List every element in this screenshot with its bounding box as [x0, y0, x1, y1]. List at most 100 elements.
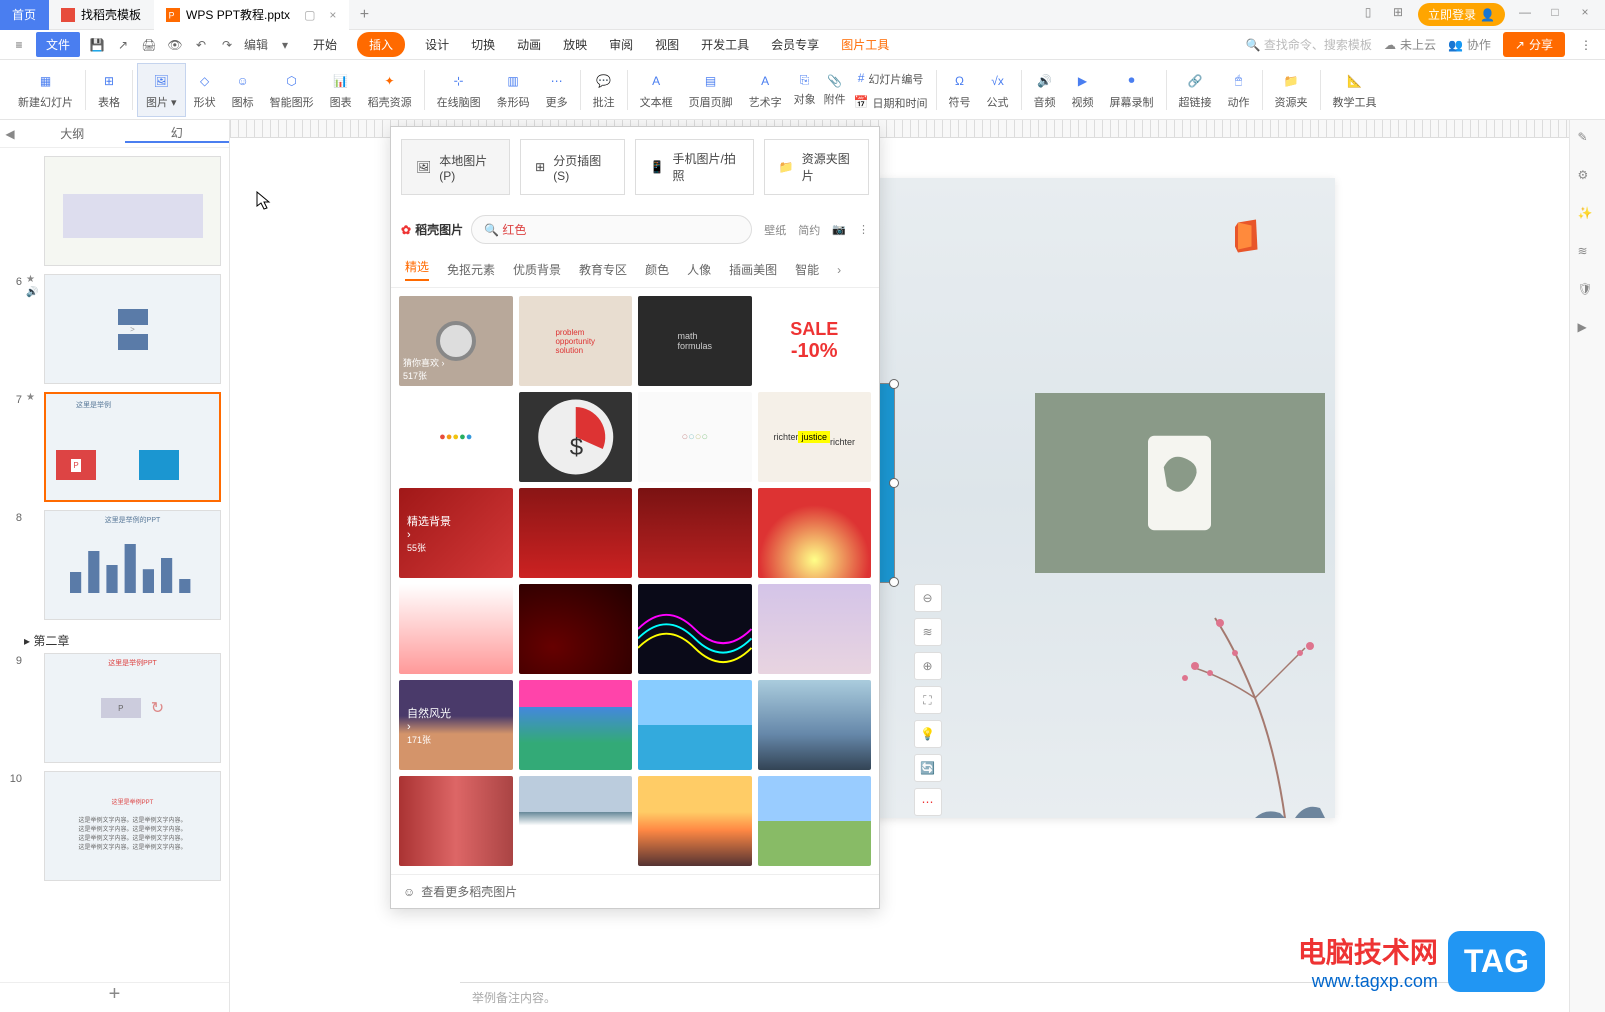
slide-thumb-6[interactable]: >: [44, 274, 221, 384]
image-tile[interactable]: [519, 488, 633, 578]
image-tile[interactable]: [758, 680, 872, 770]
tab-picture-tools[interactable]: 图片工具: [839, 32, 891, 57]
ribbon-hyperlink[interactable]: 🔗超链接: [1171, 63, 1220, 117]
slide-thumb-5[interactable]: [44, 156, 221, 266]
slide-thumb-9[interactable]: 这里是举例PPT P↻: [44, 653, 221, 763]
tab-start[interactable]: 开始: [311, 32, 339, 57]
cat-smart[interactable]: 智能: [795, 261, 819, 278]
image-tile[interactable]: 精选背景 ›55张: [399, 488, 513, 578]
second-image[interactable]: [1035, 393, 1325, 573]
ribbon-video[interactable]: ▶视频: [1064, 63, 1102, 117]
folder-image-button[interactable]: 📁资源夹图片: [764, 139, 869, 195]
image-tile[interactable]: [399, 776, 513, 866]
image-tile[interactable]: [758, 584, 872, 674]
image-tile[interactable]: [758, 776, 872, 866]
ribbon-header[interactable]: ▤页眉页脚: [681, 63, 741, 117]
image-tile[interactable]: richterjusticerichter: [758, 392, 872, 482]
ribbon-action[interactable]: 🖱动作: [1220, 63, 1258, 117]
home-tab[interactable]: 首页: [0, 0, 49, 30]
side-tab-slides[interactable]: 幻: [125, 124, 230, 143]
redo-icon[interactable]: ↷: [218, 36, 236, 54]
close-icon[interactable]: ×: [329, 8, 336, 22]
image-tile[interactable]: [638, 776, 752, 866]
more-options-icon[interactable]: ⋮: [858, 223, 869, 236]
dropdown-icon[interactable]: ▾: [276, 36, 294, 54]
tab-insert[interactable]: 插入: [357, 32, 405, 57]
ribbon-chart[interactable]: 📊图表: [322, 63, 360, 117]
image-tile[interactable]: problemopportunitysolution: [519, 296, 633, 386]
slide-thumb-7[interactable]: 这里是举例 P: [44, 392, 221, 502]
minimize-button[interactable]: —: [1515, 5, 1535, 25]
cat-next-icon[interactable]: ›: [837, 263, 841, 277]
tab-animation[interactable]: 动画: [515, 32, 543, 57]
ribbon-equation[interactable]: √x公式: [979, 63, 1017, 117]
zoom-out-button[interactable]: ⊖: [914, 584, 942, 612]
crop-button[interactable]: ⛶: [914, 686, 942, 714]
ribbon-new-slide[interactable]: ▦新建幻灯片: [10, 63, 81, 117]
camera-icon[interactable]: 📷: [832, 223, 846, 236]
cat-featured[interactable]: 精选: [405, 258, 429, 281]
ribbon-mindmap[interactable]: ⊹在线脑图: [429, 63, 489, 117]
side-tab-outline[interactable]: 大纲: [20, 125, 125, 142]
replace-button[interactable]: 🔄: [914, 754, 942, 782]
slide-thumb-8[interactable]: 这里是举例的PPT: [44, 510, 221, 620]
layout-icon[interactable]: ▯: [1358, 5, 1378, 25]
image-tile[interactable]: [638, 584, 752, 674]
add-tab-button[interactable]: +: [349, 6, 379, 24]
file-menu[interactable]: 文件: [36, 32, 80, 57]
settings-panel-icon[interactable]: ⚙: [1578, 168, 1598, 188]
tab-review[interactable]: 审阅: [607, 32, 635, 57]
ribbon-table[interactable]: ⊞表格: [90, 63, 128, 117]
export-icon[interactable]: ↗: [114, 36, 132, 54]
cloud-button[interactable]: ☁ 未上云: [1384, 36, 1436, 53]
ribbon-symbol[interactable]: Ω符号: [941, 63, 979, 117]
ribbon-smartart[interactable]: ⬡智能图形: [262, 63, 322, 117]
ribbon-shape[interactable]: ◇形状: [186, 63, 224, 117]
share-button[interactable]: ↗ 分享: [1503, 32, 1565, 57]
document-tab[interactable]: P WPS PPT教程.pptx ▢ ×: [154, 0, 349, 30]
ribbon-attachment[interactable]: 📎附件: [820, 63, 850, 117]
image-tile[interactable]: [638, 680, 752, 770]
layers-panel-icon[interactable]: ≋: [1578, 244, 1598, 264]
tab-view[interactable]: 视图: [653, 32, 681, 57]
preview-icon[interactable]: 👁: [166, 36, 184, 54]
design-panel-icon[interactable]: ✎: [1578, 130, 1598, 150]
add-slide-button[interactable]: +: [0, 982, 229, 1012]
collab-button[interactable]: 👥 协作: [1448, 36, 1491, 53]
ribbon-textbox[interactable]: A文本框: [632, 63, 681, 117]
ribbon-teach[interactable]: 📐教学工具: [1325, 63, 1385, 117]
ribbon-picture[interactable]: 🖼图片 ▾: [137, 63, 186, 117]
ribbon-record[interactable]: ⏺屏幕录制: [1102, 63, 1162, 117]
save-icon[interactable]: 💾: [88, 36, 106, 54]
tab-slideshow[interactable]: 放映: [561, 32, 589, 57]
more-icon[interactable]: ⋮: [1577, 36, 1595, 54]
image-tile[interactable]: [758, 488, 872, 578]
resize-handle-ne[interactable]: [889, 379, 899, 389]
ai-panel-icon[interactable]: ✨: [1578, 206, 1598, 226]
filter-simple[interactable]: 简约: [798, 222, 820, 238]
filter-wallpaper[interactable]: 壁纸: [764, 222, 786, 238]
tab-transition[interactable]: 切换: [469, 32, 497, 57]
view-more-button[interactable]: ☺查看更多稻壳图片: [391, 874, 879, 908]
side-prev[interactable]: ◀: [0, 127, 20, 141]
resize-handle-se[interactable]: [889, 577, 899, 587]
ribbon-datetime[interactable]: 📅日期和时间: [854, 90, 928, 114]
zoom-in-button[interactable]: ⊕: [914, 652, 942, 680]
undo-icon[interactable]: ↶: [192, 36, 210, 54]
tab-design[interactable]: 设计: [423, 32, 451, 57]
more-button[interactable]: ⋯: [914, 788, 942, 816]
ribbon-more[interactable]: ⋯更多: [538, 63, 576, 117]
menu-icon[interactable]: ≡: [10, 36, 28, 54]
cat-education[interactable]: 教育专区: [579, 261, 627, 278]
image-tile[interactable]: $: [519, 392, 633, 482]
template-tab[interactable]: 找稻壳模板: [49, 0, 154, 30]
phone-image-button[interactable]: 📱手机图片/拍照: [635, 139, 754, 195]
ribbon-audio[interactable]: 🔊音频: [1026, 63, 1064, 117]
tab-devtools[interactable]: 开发工具: [699, 32, 751, 57]
resize-handle-e[interactable]: [889, 478, 899, 488]
image-tile[interactable]: [519, 584, 633, 674]
image-tile[interactable]: [519, 680, 633, 770]
edit-menu[interactable]: 编辑: [244, 36, 268, 53]
cat-color[interactable]: 颜色: [645, 261, 669, 278]
tab-member[interactable]: 会员专享: [769, 32, 821, 57]
